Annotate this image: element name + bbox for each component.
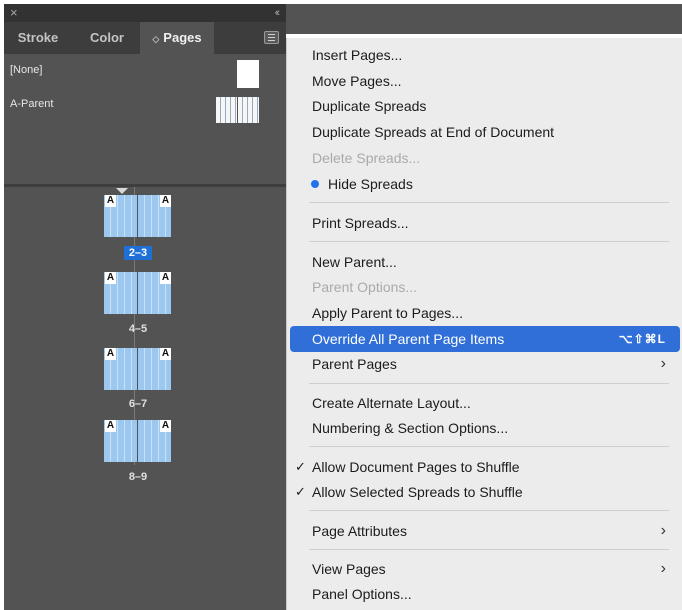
checkmark-icon: ✓ <box>295 459 306 474</box>
tab-pages-label: Pages <box>163 30 202 45</box>
menu-item-label: Print Spreads... <box>312 215 409 231</box>
menu-item-label: Allow Selected Spreads to Shuffle <box>312 484 523 500</box>
menu-item-label: Delete Spreads... <box>312 150 421 166</box>
panel-title-bar: × ‹‹ <box>4 4 286 22</box>
parent-none-thumbnail[interactable] <box>237 60 259 88</box>
menu-item-label: Numbering & Section Options... <box>312 420 509 436</box>
submenu-arrow-icon: › <box>660 560 666 577</box>
menu-item-label: Override All Parent Page Items <box>312 331 505 347</box>
menu-separator <box>309 549 669 550</box>
parent-marker: A <box>105 195 116 207</box>
spread-label-text: 2–3 <box>123 246 153 260</box>
collapse-panel-icon[interactable]: ‹‹ <box>275 5 281 21</box>
menu-separator <box>309 510 669 511</box>
menu-item-label: Parent Pages <box>312 356 397 372</box>
parent-marker: A <box>105 420 116 432</box>
menu-item-label: Duplicate Spreads at End of Document <box>312 124 555 140</box>
menu-item-override-all-parent-items[interactable]: Override All Parent Page Items ⌥⇧⌘L <box>290 326 680 352</box>
menu-item-page-attributes[interactable]: Page Attributes › <box>290 518 680 544</box>
menu-item-duplicate-spreads[interactable]: Duplicate Spreads <box>290 93 680 119</box>
close-icon[interactable]: × <box>10 5 18 21</box>
menu-item-label: Parent Options... <box>312 279 418 295</box>
menu-separator <box>309 241 669 242</box>
submenu-arrow-icon: › <box>660 522 666 539</box>
parent-marker: A <box>160 195 171 207</box>
menu-item-allow-spreads-shuffle[interactable]: ✓ Allow Selected Spreads to Shuffle <box>290 479 680 505</box>
tab-options-arrows-icon: ◇ <box>152 34 160 44</box>
menu-item-numbering-section[interactable]: Numbering & Section Options... <box>290 415 680 441</box>
panel-menu-button[interactable] <box>264 31 279 44</box>
submenu-arrow-icon: › <box>660 355 666 372</box>
menu-separator <box>309 383 669 384</box>
parent-label: [None] <box>10 64 43 76</box>
menu-line-icon <box>268 40 275 41</box>
menu-item-create-alternate-layout[interactable]: Create Alternate Layout... <box>290 390 680 416</box>
menu-item-label: View Pages <box>312 561 386 577</box>
spread-thumbnail-4-5[interactable]: A A <box>104 272 172 314</box>
menu-item-apply-parent[interactable]: Apply Parent to Pages... <box>290 300 680 326</box>
menu-line-icon <box>268 34 275 35</box>
menu-item-label: Panel Options... <box>312 586 412 602</box>
keyboard-shortcut: ⌥⇧⌘L <box>618 332 666 346</box>
menu-line-icon <box>268 37 275 38</box>
pages-panel-flyout-menu: Insert Pages... Move Pages... Duplicate … <box>286 38 682 610</box>
panel-header-extension <box>286 4 682 34</box>
parent-marker: A <box>105 348 116 360</box>
menu-separator <box>309 446 669 447</box>
menu-item-label: New Parent... <box>312 254 397 270</box>
a-parent-right-page <box>238 97 259 123</box>
menu-item-label: Allow Document Pages to Shuffle <box>312 459 520 475</box>
menu-item-label: Page Attributes <box>312 523 407 539</box>
menu-item-view-pages[interactable]: View Pages › <box>290 556 680 582</box>
parent-marker: A <box>160 272 171 284</box>
spread-thumbnail-6-7[interactable]: A A <box>104 348 172 390</box>
spread-label: 6–7 <box>128 398 148 410</box>
menu-item-label: Insert Pages... <box>312 47 403 63</box>
menu-item-label: Create Alternate Layout... <box>312 395 471 411</box>
parent-marker: A <box>105 272 116 284</box>
tab-pages[interactable]: ◇ Pages <box>140 22 214 54</box>
spread-label: 2–3 <box>104 246 172 260</box>
menu-item-new-parent[interactable]: New Parent... <box>290 249 680 275</box>
tab-color[interactable]: Color <box>74 22 140 54</box>
menu-item-print-spreads[interactable]: Print Spreads... <box>290 210 680 236</box>
checkmark-icon: ✓ <box>295 484 306 499</box>
menu-item-label: Hide Spreads <box>328 176 413 192</box>
menu-item-parent-pages[interactable]: Parent Pages › <box>290 351 680 377</box>
pages-panel: × ‹‹ Stroke Color ◇ Pages [None] A-Parent… <box>4 4 286 610</box>
menu-item-duplicate-spreads-end[interactable]: Duplicate Spreads at End of Document <box>290 119 680 145</box>
menu-item-hide-spreads[interactable]: Hide Spreads <box>290 171 680 197</box>
bullet-icon <box>311 180 319 188</box>
menu-item-insert-pages[interactable]: Insert Pages... <box>290 42 680 68</box>
spread-thumbnail-2-3[interactable]: A A <box>104 195 172 237</box>
menu-item-label: Duplicate Spreads <box>312 98 427 114</box>
menu-item-allow-document-shuffle[interactable]: ✓ Allow Document Pages to Shuffle <box>290 454 680 480</box>
spread-thumbnail-8-9[interactable]: A A <box>104 420 172 462</box>
menu-item-label: Move Pages... <box>312 73 402 89</box>
panel-tab-bar: Stroke Color ◇ Pages <box>4 22 286 54</box>
active-spread-indicator-icon <box>116 188 128 194</box>
menu-item-move-pages[interactable]: Move Pages... <box>290 68 680 94</box>
panel-divider[interactable] <box>4 184 286 187</box>
parent-label: A-Parent <box>10 98 54 110</box>
a-parent-thumbnail[interactable] <box>216 97 259 123</box>
a-parent-left-page <box>216 97 237 123</box>
tab-stroke[interactable]: Stroke <box>4 22 72 54</box>
menu-item-label: Apply Parent to Pages... <box>312 305 463 321</box>
parent-marker: A <box>160 420 171 432</box>
menu-separator <box>309 202 669 203</box>
spread-label: 8–9 <box>128 471 148 483</box>
menu-item-parent-options: Parent Options... <box>290 274 680 300</box>
spread-label: 4–5 <box>128 323 148 335</box>
menu-item-delete-spreads: Delete Spreads... <box>290 145 680 171</box>
menu-item-panel-options[interactable]: Panel Options... <box>290 581 680 607</box>
parent-marker: A <box>160 348 171 360</box>
